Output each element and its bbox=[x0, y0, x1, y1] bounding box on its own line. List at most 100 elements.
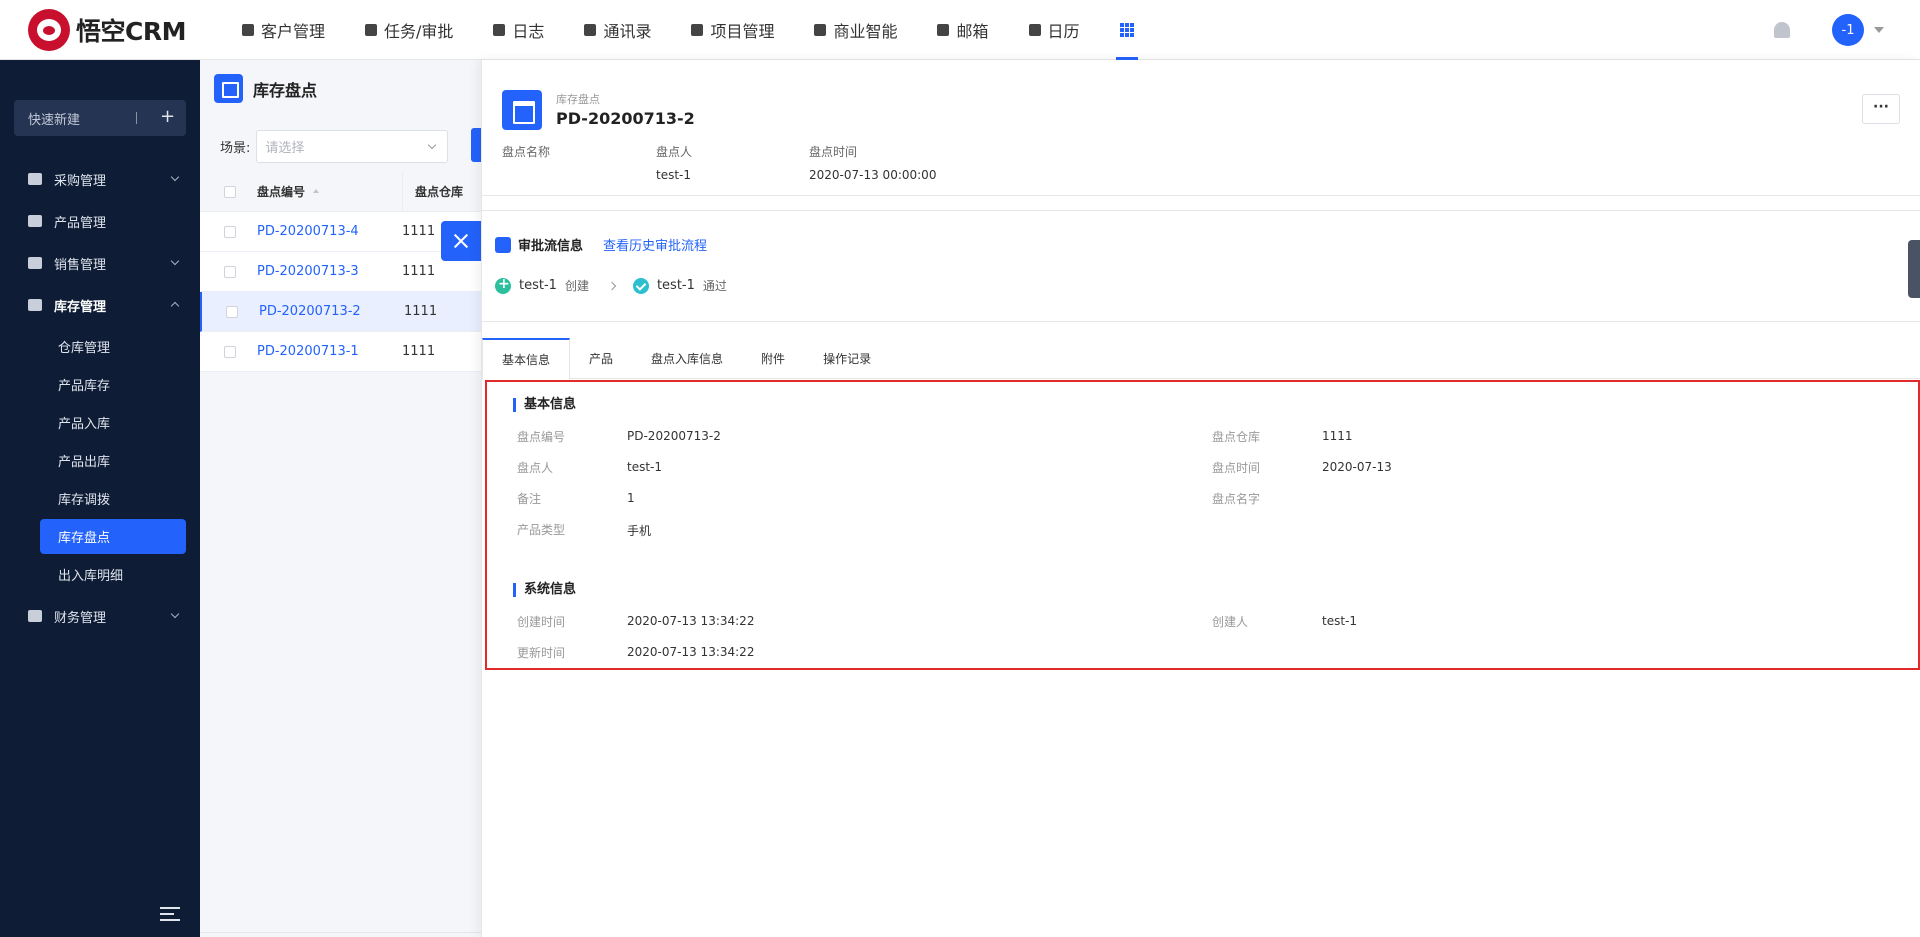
scene-filter: 场景: 请选择 bbox=[220, 130, 449, 163]
field-label: 盘点仓库 bbox=[1212, 430, 1261, 444]
sidebar-item-inventory[interactable]: 库存管理 bbox=[0, 284, 200, 326]
detail-panel: 库存盘点 PD-20200713-2 ··· 盘点名称 盘点人 test-1 盘… bbox=[481, 60, 1920, 937]
row-checkbox[interactable] bbox=[226, 305, 238, 318]
step-user: test-1 bbox=[656, 278, 695, 293]
field-label: 创建时间 bbox=[517, 615, 566, 629]
archive-icon bbox=[502, 90, 542, 130]
sidebar-item-finance[interactable]: 财务管理 bbox=[0, 595, 200, 637]
tab-attachments[interactable]: 附件 bbox=[742, 338, 804, 379]
row-checkbox[interactable] bbox=[224, 345, 236, 358]
row-checkbox[interactable] bbox=[224, 225, 236, 238]
briefcase-icon bbox=[365, 23, 378, 36]
detail-tabs: 基本信息 产品 盘点入库信息 附件 操作记录 bbox=[482, 338, 1920, 380]
nav-project[interactable]: 项目管理 bbox=[691, 0, 774, 60]
sidebar-subitem-warehouse[interactable]: 仓库管理 bbox=[40, 329, 186, 364]
chevron-down-icon[interactable] bbox=[1874, 27, 1884, 33]
row-checkbox[interactable] bbox=[224, 265, 236, 278]
sidebar-item-purchase[interactable]: 采购管理 bbox=[0, 158, 200, 200]
phone-icon bbox=[584, 23, 597, 36]
field-value: 1111 bbox=[1322, 429, 1353, 443]
scene-select[interactable]: 请选择 bbox=[256, 130, 449, 163]
apps-grid-icon bbox=[1119, 22, 1134, 37]
row-warehouse: 1111 bbox=[404, 304, 438, 319]
user-area: -1 bbox=[1774, 0, 1884, 60]
sidebar-subitem-transfer[interactable]: 库存调拨 bbox=[40, 481, 186, 516]
row-code-link[interactable]: PD-20200713-3 bbox=[257, 264, 402, 279]
table-row-selected[interactable]: PD-20200713-2 1111 bbox=[200, 292, 481, 332]
calendar-icon bbox=[1028, 23, 1041, 36]
nav-customer[interactable]: 客户管理 bbox=[242, 0, 325, 60]
field-value: 1 bbox=[627, 491, 635, 505]
side-scroll-handle[interactable] bbox=[1908, 240, 1920, 298]
system-info-title: 系统信息 bbox=[513, 583, 576, 597]
field-value: 2020-07-13 bbox=[1322, 460, 1392, 474]
summary-label: 盘点人 bbox=[656, 145, 693, 159]
bell-icon[interactable] bbox=[1774, 22, 1790, 38]
table-header: 盘点编号 盘点仓库 bbox=[200, 171, 481, 212]
avatar[interactable]: -1 bbox=[1832, 14, 1864, 46]
brand-logo[interactable]: 悟空CRM bbox=[28, 8, 212, 51]
sidebar-item-label: 库存管理 bbox=[54, 299, 107, 315]
chevron-down-icon bbox=[170, 609, 180, 619]
nav-apps[interactable] bbox=[1115, 0, 1138, 60]
row-code-link[interactable]: PD-20200713-1 bbox=[257, 344, 402, 359]
divider bbox=[136, 112, 137, 124]
cart-icon bbox=[28, 173, 42, 185]
summary-label: 盘点时间 bbox=[809, 145, 858, 159]
history-flow-link[interactable]: 查看历史审批流程 bbox=[603, 235, 707, 254]
summary-label: 盘点名称 bbox=[502, 145, 551, 159]
field-value: 2020-07-13 13:34:22 bbox=[627, 645, 755, 659]
row-code-link[interactable]: PD-20200713-4 bbox=[257, 224, 402, 239]
nav-bi[interactable]: 商业智能 bbox=[814, 0, 897, 60]
collapse-menu-icon[interactable] bbox=[160, 907, 180, 921]
table-row[interactable]: PD-20200713-1 1111 bbox=[200, 332, 481, 372]
wallet-icon bbox=[28, 610, 42, 622]
column-warehouse[interactable]: 盘点仓库 bbox=[415, 183, 463, 200]
mail-icon bbox=[937, 23, 950, 36]
row-code-link[interactable]: PD-20200713-2 bbox=[259, 304, 404, 319]
nav-mail[interactable]: 邮箱 bbox=[937, 0, 989, 60]
tab-stocktake-inbound[interactable]: 盘点入库信息 bbox=[632, 338, 742, 379]
nav-label: 商业智能 bbox=[833, 21, 898, 41]
quick-new-button[interactable]: 快速新建 + bbox=[14, 100, 186, 136]
table-row[interactable]: PD-20200713-3 1111 bbox=[200, 252, 481, 292]
field-label: 更新时间 bbox=[517, 646, 566, 660]
tab-basic-info[interactable]: 基本信息 bbox=[482, 338, 571, 380]
detail-header: 库存盘点 PD-20200713-2 ··· 盘点名称 盘点人 test-1 盘… bbox=[482, 60, 1920, 196]
summary-value: 2020-07-13 00:00:00 bbox=[809, 168, 937, 182]
sort-icon bbox=[313, 189, 320, 193]
field-label: 盘点编号 bbox=[517, 430, 566, 444]
sidebar-item-sales[interactable]: 销售管理 bbox=[0, 242, 200, 284]
tab-operation-log[interactable]: 操作记录 bbox=[804, 338, 890, 379]
nav-log[interactable]: 日志 bbox=[493, 0, 544, 60]
sidebar-subitem-stock[interactable]: 产品库存 bbox=[40, 367, 186, 402]
column-code[interactable]: 盘点编号 bbox=[257, 183, 402, 200]
sidebar-item-product[interactable]: 产品管理 bbox=[0, 200, 200, 242]
sidebar-subitem-inbound[interactable]: 产品入库 bbox=[40, 405, 186, 440]
row-warehouse: 1111 bbox=[402, 344, 436, 359]
sidebar: 快速新建 + 采购管理 产品管理 销售管理 库存管理 仓库管理 产品库存 产品入… bbox=[0, 60, 200, 937]
close-detail-button[interactable] bbox=[441, 221, 481, 261]
tab-products[interactable]: 产品 bbox=[570, 338, 632, 379]
field-label: 盘点时间 bbox=[1212, 461, 1261, 475]
archive-icon bbox=[28, 299, 42, 311]
summary-value: test-1 bbox=[656, 168, 692, 182]
nav-calendar[interactable]: 日历 bbox=[1028, 0, 1080, 60]
summary-person: 盘点人 test-1 bbox=[656, 143, 692, 182]
table-row[interactable]: PD-20200713-4 1111 bbox=[200, 212, 481, 252]
select-all-checkbox[interactable] bbox=[224, 185, 236, 198]
nav-task[interactable]: 任务/审批 bbox=[365, 0, 453, 60]
chevron-down-icon bbox=[170, 172, 180, 182]
sidebar-subitem-outbound[interactable]: 产品出库 bbox=[40, 443, 186, 478]
sidebar-subitem-stocktake[interactable]: 库存盘点 bbox=[40, 519, 186, 554]
highlighted-info-section: 基本信息 盘点编号 PD-20200713-2 盘点仓库 1111 盘点人 te… bbox=[485, 380, 1920, 670]
sidebar-subitem-details[interactable]: 出入库明细 bbox=[40, 557, 186, 592]
more-actions-button[interactable]: ··· bbox=[1862, 94, 1900, 124]
project-icon bbox=[691, 23, 704, 36]
nav-contacts[interactable]: 通讯录 bbox=[584, 0, 651, 60]
tag-icon bbox=[28, 257, 42, 269]
field-label: 盘点名字 bbox=[1212, 492, 1261, 506]
quick-new-label: 快速新建 bbox=[28, 112, 81, 128]
summary-time: 盘点时间 2020-07-13 00:00:00 bbox=[809, 143, 936, 182]
step-action: 通过 bbox=[702, 279, 727, 293]
